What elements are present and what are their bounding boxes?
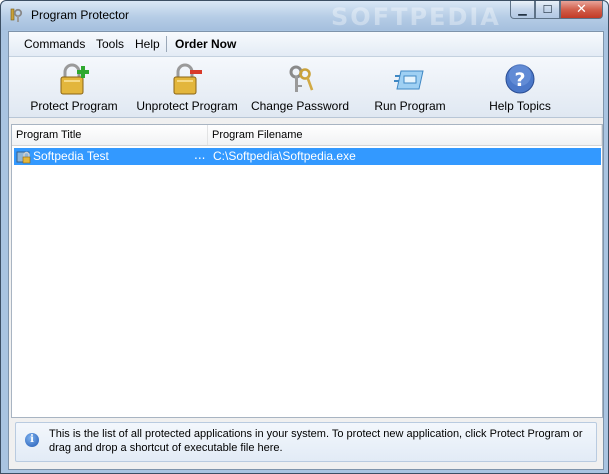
info-text: This is the list of all protected applic…	[49, 428, 583, 454]
maximize-icon: ☐	[542, 3, 553, 16]
program-list[interactable]: Program Title Program Filename Softpedia…	[11, 124, 603, 418]
app-window: Program Protector SOFTPEDIA ▁ ☐ ✕ Comman…	[0, 0, 609, 474]
protect-program-button[interactable]: Protect Program	[29, 57, 119, 117]
program-filename-cell: C:\Softpedia\Softpedia.exe	[213, 149, 356, 163]
close-button[interactable]: ✕	[560, 1, 603, 19]
lock-minus-icon	[173, 63, 202, 95]
program-title-cell: Softpedia Test	[33, 149, 109, 163]
column-header-filename[interactable]: Program Filename	[208, 125, 602, 145]
watermark-logo: SOFTPEDIA	[331, 3, 501, 31]
close-icon: ✕	[576, 2, 587, 17]
toolbar-label: Help Topics	[489, 99, 551, 113]
list-header: Program Title Program Filename	[12, 125, 602, 146]
toolbar-label: Unprotect Program	[136, 99, 238, 113]
minimize-icon: ▁	[518, 3, 527, 16]
maximize-button[interactable]: ☐	[535, 1, 560, 19]
menu-commands[interactable]: Commands	[24, 37, 85, 51]
toolbar-label: Protect Program	[30, 99, 118, 113]
help-icon: ?	[505, 64, 535, 94]
protected-app-icon	[16, 151, 31, 164]
toolbar: Protect Program Unprotect Program Change…	[9, 57, 603, 118]
help-topics-button[interactable]: ? Help Topics	[479, 57, 561, 117]
app-icon	[10, 8, 23, 22]
table-row[interactable]: Softpedia Test ... C:\Softpedia\Softpedi…	[14, 148, 601, 165]
title-bar[interactable]: Program Protector SOFTPEDIA ▁ ☐ ✕	[1, 1, 608, 31]
svg-text:?: ?	[514, 69, 525, 91]
window-title: Program Protector	[31, 8, 130, 22]
menu-order-now[interactable]: Order Now	[175, 37, 236, 51]
menu-tools[interactable]: Tools	[96, 37, 124, 51]
client-area: Commands Tools Help Order Now Protect Pr…	[8, 31, 604, 470]
caption-buttons: ▁ ☐ ✕	[510, 1, 603, 21]
menu-help[interactable]: Help	[135, 37, 160, 51]
info-icon: i	[25, 433, 39, 447]
info-panel: i This is the list of all protected appl…	[15, 422, 597, 462]
change-password-button[interactable]: Change Password	[251, 57, 349, 117]
run-program-button[interactable]: Run Program	[367, 57, 453, 117]
toolbar-label: Change Password	[250, 99, 350, 113]
keys-icon	[289, 65, 314, 92]
run-program-icon	[394, 70, 424, 90]
toolbar-label: Run Program	[374, 99, 446, 113]
column-header-title[interactable]: Program Title	[12, 125, 208, 145]
menu-bar: Commands Tools Help Order Now	[9, 32, 603, 57]
unprotect-program-button[interactable]: Unprotect Program	[135, 57, 239, 117]
menu-separator	[166, 36, 167, 52]
minimize-button[interactable]: ▁	[510, 1, 535, 19]
lock-plus-icon	[60, 63, 89, 95]
row-ellipsis: ...	[194, 148, 206, 162]
